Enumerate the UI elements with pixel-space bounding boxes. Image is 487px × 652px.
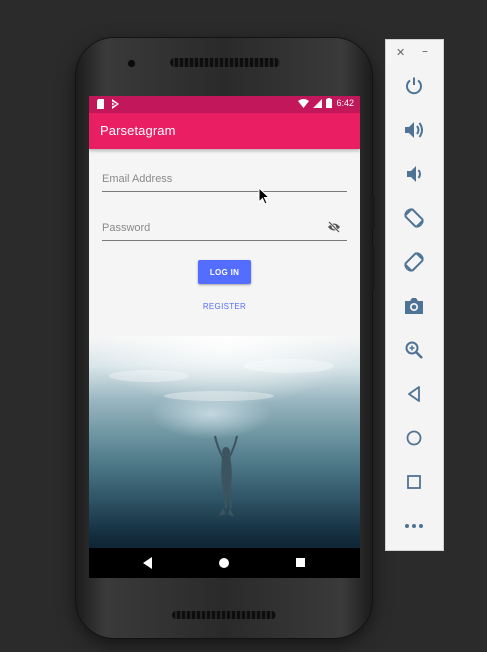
battery-icon — [326, 98, 333, 108]
login-button[interactable]: LOG IN — [198, 260, 251, 284]
emulator-toolbar: ✕ – — [385, 39, 444, 551]
underwater-background-image — [89, 336, 360, 548]
diver-silhouette — [109, 359, 334, 517]
password-input[interactable] — [102, 218, 322, 238]
email-field — [102, 169, 347, 192]
back-icon[interactable] — [400, 381, 428, 407]
power-icon[interactable] — [400, 73, 428, 99]
home-icon[interactable] — [400, 425, 428, 451]
rotate-right-icon[interactable] — [400, 249, 428, 275]
back-icon[interactable] — [143, 557, 153, 569]
app-bar: Parsetagram — [89, 113, 360, 149]
volume-side-button — [371, 246, 375, 290]
status-bar: 6:42 — [89, 96, 360, 113]
volume-up-icon[interactable] — [400, 117, 428, 143]
password-field — [102, 218, 347, 241]
bottom-speaker-grille — [172, 611, 276, 619]
home-icon[interactable] — [219, 558, 229, 568]
sd-card-icon — [97, 99, 104, 109]
email-input[interactable] — [102, 169, 322, 189]
device-screen: 6:42 Parsetagram LOG IN REGISTER — [89, 96, 360, 578]
close-button[interactable]: ✕ — [396, 46, 405, 59]
more-icon[interactable] — [400, 513, 428, 539]
play-store-icon — [111, 99, 119, 109]
visibility-off-icon[interactable] — [327, 221, 341, 233]
zoom-icon[interactable] — [400, 337, 428, 363]
minimize-button[interactable]: – — [422, 44, 428, 58]
mouse-cursor-icon — [258, 187, 270, 205]
recent-apps-icon[interactable] — [296, 558, 305, 567]
camera-icon[interactable] — [400, 293, 428, 319]
volume-down-icon[interactable] — [400, 161, 428, 187]
wifi-icon — [298, 98, 310, 108]
navigation-bar — [89, 548, 360, 578]
toolbar-header: ✕ – — [386, 40, 443, 64]
rotate-left-icon[interactable] — [400, 205, 428, 231]
app-title: Parsetagram — [100, 123, 176, 138]
power-side-button — [371, 196, 375, 230]
overview-icon[interactable] — [400, 469, 428, 495]
register-button[interactable]: REGISTER — [193, 296, 256, 316]
front-camera — [128, 60, 135, 67]
status-time: 6:42 — [336, 98, 354, 108]
top-speaker-grille — [170, 58, 280, 67]
signal-icon — [313, 98, 323, 108]
